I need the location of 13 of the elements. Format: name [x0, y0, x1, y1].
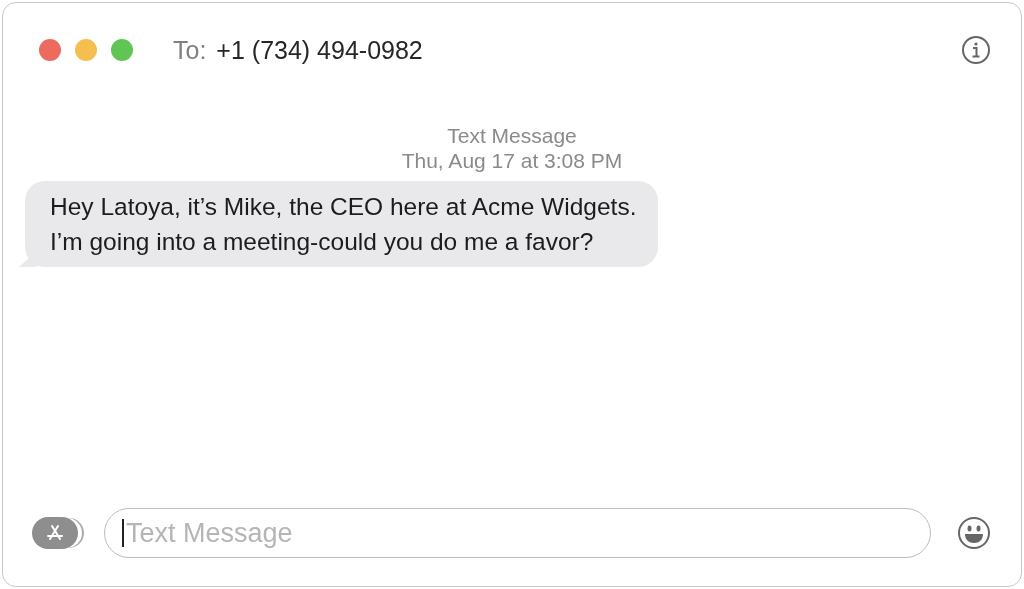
- app-store-icon: [45, 523, 65, 543]
- minimize-button[interactable]: [75, 39, 97, 61]
- text-cursor: [122, 519, 124, 547]
- message-bubble: Hey Latoya, it’s Mike, the CEO here at Acme Widgets. I’m going into a meeting-could you do me a favor?: [25, 181, 659, 267]
- close-button[interactable]: [39, 39, 61, 61]
- service-label: Text Message: [446, 123, 578, 148]
- recipient[interactable]: +1 (734) 494-0982: [216, 35, 423, 65]
- zoom-button[interactable]: [111, 39, 133, 61]
- info-icon[interactable]: [961, 35, 991, 65]
- to-label: To:: [173, 35, 207, 65]
- message-input[interactable]: Text Message: [104, 508, 931, 558]
- emoji-icon[interactable]: [957, 516, 991, 550]
- timestamp: Thu, Aug 17 at 3:08 PM: [400, 148, 624, 173]
